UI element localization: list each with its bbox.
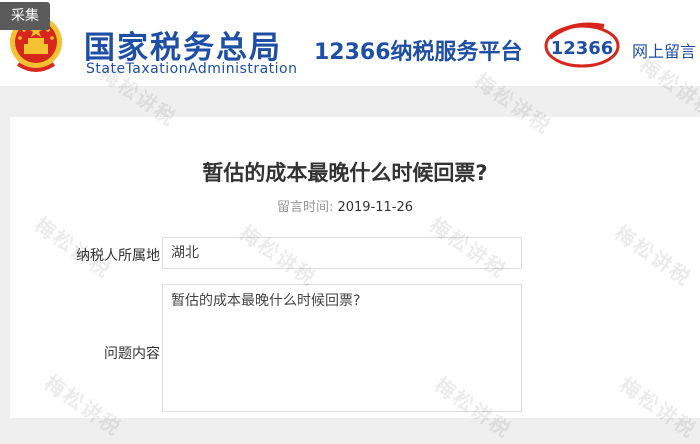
message-time-row: 留言时间: 2019-11-26	[10, 196, 680, 215]
brand-title-en: StateTaxationAdministration	[86, 61, 298, 77]
12366-logo-icon: 12366	[544, 22, 620, 68]
svg-text:12366: 12366	[551, 38, 614, 59]
message-time-value: 2019-11-26	[337, 200, 414, 215]
message-time-label: 留言时间:	[276, 200, 334, 215]
content-label: 问题内容	[104, 346, 160, 362]
question-title: 暂估的成本最晚什么时候回票?	[202, 161, 488, 185]
platform-title: 12366纳税服务平台	[314, 40, 523, 65]
site-header: 采集 国家税务总局 StateTaxationAdministration 12…	[0, 0, 700, 86]
region-field: 湖北	[162, 237, 522, 269]
online-message-link[interactable]: 网上留言	[632, 38, 696, 62]
region-label: 纳税人所属地	[76, 248, 160, 264]
question-card: 暂估的成本最晚什么时候回票? 留言时间: 2019-11-26 纳税人所属地 湖…	[10, 117, 700, 418]
content-field: 暂估的成本最晚什么时候回票?	[162, 284, 522, 412]
collect-tag[interactable]: 采集	[0, 2, 50, 30]
